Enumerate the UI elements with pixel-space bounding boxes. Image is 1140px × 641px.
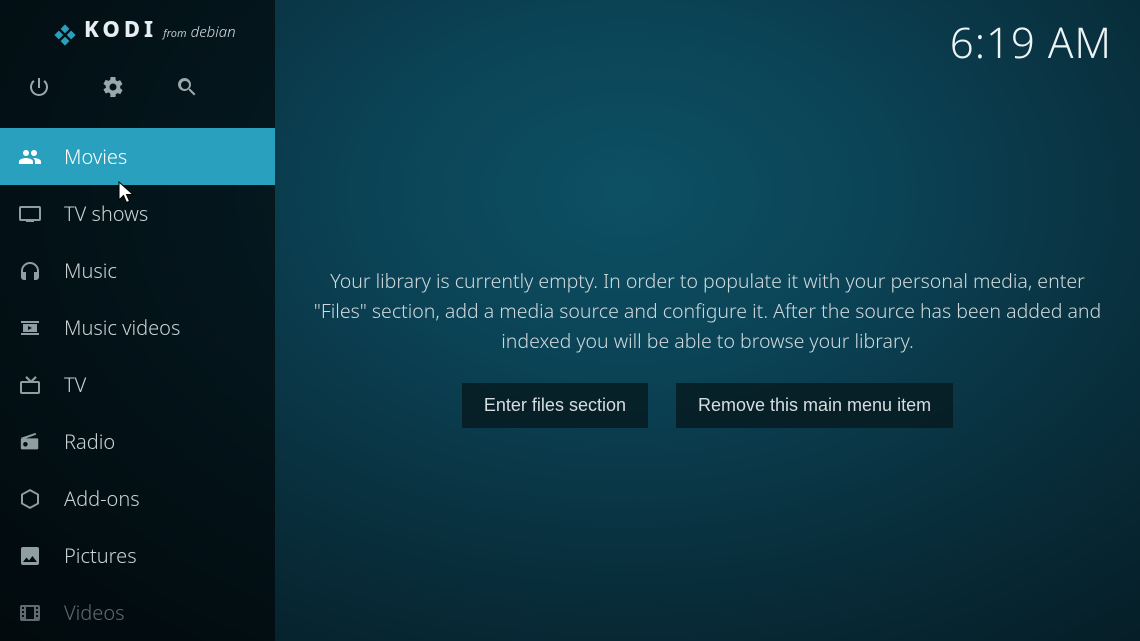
radio-icon — [16, 428, 44, 456]
sidebar-item-tv[interactable]: TV — [0, 356, 275, 413]
action-row: Enter files section Remove this main men… — [311, 383, 1104, 428]
kodi-logo-icon — [50, 20, 80, 55]
tv-icon — [16, 200, 44, 228]
clock: 6:19 AM — [950, 14, 1112, 71]
sidebar-item-tvshows[interactable]: TV shows — [0, 185, 275, 242]
brand-distro: debian — [191, 22, 236, 42]
livetv-icon — [16, 371, 44, 399]
sidebar-item-label: Videos — [64, 599, 125, 626]
pictures-icon — [16, 542, 44, 570]
sidebar-item-label: Pictures — [64, 542, 137, 569]
empty-library-panel: Your library is currently empty. In orde… — [311, 266, 1104, 428]
movies-icon — [16, 143, 44, 171]
brand-name: KODI — [84, 14, 157, 44]
sidebar: KODI from debian Movies TV shows Music Musi… — [0, 0, 275, 641]
empty-library-message: Your library is currently empty. In orde… — [311, 266, 1104, 357]
main-nav: Movies TV shows Music Music videos TV Radio Ad… — [0, 116, 275, 641]
sidebar-item-label: Radio — [64, 428, 115, 455]
enter-files-button[interactable]: Enter files section — [462, 383, 648, 428]
sidebar-item-movies[interactable]: Movies — [0, 128, 275, 185]
brand-header: KODI from debian — [0, 0, 275, 59]
remove-menu-item-button[interactable]: Remove this main menu item — [676, 383, 953, 428]
sidebar-item-addons[interactable]: Add-ons — [0, 470, 275, 527]
sidebar-item-label: Movies — [64, 143, 127, 170]
sidebar-item-label: TV shows — [64, 200, 148, 227]
sidebar-item-videos[interactable]: Videos — [0, 584, 275, 641]
app-root: KODI from debian Movies TV shows Music Musi… — [0, 0, 1140, 641]
addons-icon — [16, 485, 44, 513]
main-panel: 6:19 AM Your library is currently empty.… — [275, 0, 1140, 641]
sidebar-item-label: TV — [64, 371, 86, 398]
videos-icon — [16, 599, 44, 627]
sidebar-item-pictures[interactable]: Pictures — [0, 527, 275, 584]
music-video-icon — [16, 314, 44, 342]
power-icon[interactable] — [26, 74, 52, 100]
sidebar-item-label: Music — [64, 257, 117, 284]
sidebar-item-music[interactable]: Music — [0, 242, 275, 299]
sidebar-item-radio[interactable]: Radio — [0, 413, 275, 470]
sidebar-item-label: Music videos — [64, 314, 180, 341]
gear-icon[interactable] — [100, 74, 126, 100]
brand-from: from — [163, 26, 186, 41]
sidebar-item-label: Add-ons — [64, 485, 140, 512]
search-icon[interactable] — [174, 74, 200, 100]
sidebar-item-musicvideos[interactable]: Music videos — [0, 299, 275, 356]
headphones-icon — [16, 257, 44, 285]
sidebar-toolbar — [0, 59, 275, 116]
